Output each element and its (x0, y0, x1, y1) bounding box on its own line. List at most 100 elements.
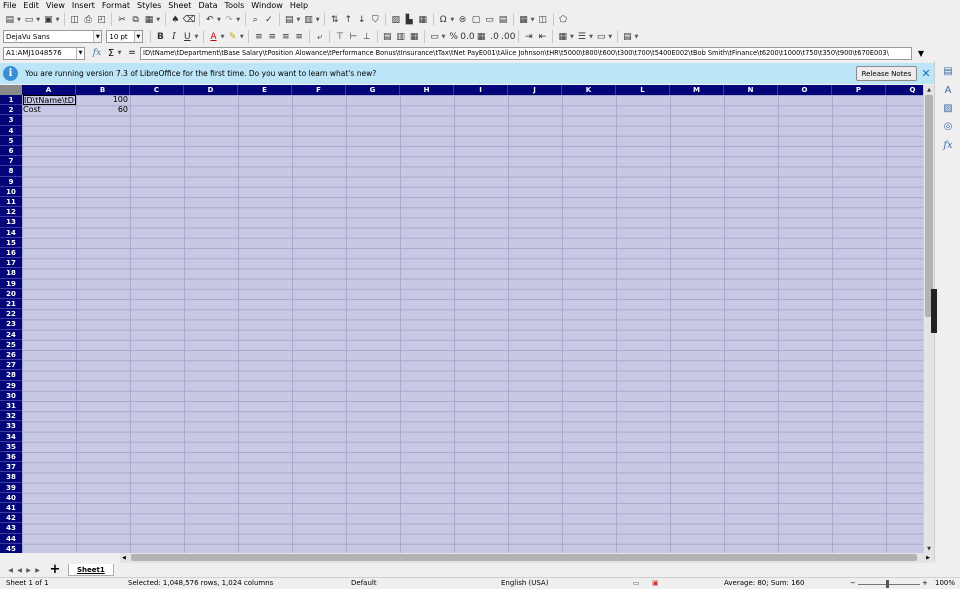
formula-icon[interactable]: = (127, 48, 137, 58)
bold-icon[interactable]: B (155, 30, 166, 43)
column-dropdown[interactable]: ▼ (315, 13, 320, 26)
sum-icon[interactable]: Σ (105, 48, 117, 59)
undo-dropdown[interactable]: ▼ (217, 13, 222, 26)
chevron-down-icon[interactable]: ▼ (76, 47, 84, 59)
percent-format-icon[interactable]: % (448, 30, 459, 43)
chart-icon[interactable]: ▙ (404, 13, 416, 26)
row-icon[interactable]: ▤ (284, 13, 296, 26)
menu-file[interactable]: File (3, 1, 16, 10)
merge-center-icon[interactable]: ▤ (381, 30, 392, 43)
navigator-icon[interactable]: ◎ (942, 121, 954, 133)
align-bottom-icon[interactable]: ⊥ (361, 30, 372, 43)
merge-cells-icon[interactable]: ▥ (395, 30, 406, 43)
conditional-format-icon[interactable]: ▤ (622, 30, 633, 43)
expand-formula-icon[interactable]: ▼ (916, 49, 926, 58)
next-sheet-icon[interactable]: ▶ (24, 567, 33, 574)
print-preview-icon[interactable]: ◰ (96, 13, 108, 26)
image-icon[interactable]: ▨ (390, 13, 402, 26)
special-character-dropdown[interactable]: ▼ (450, 13, 455, 26)
font-size-box[interactable]: 10 pt ▼ (106, 30, 143, 43)
prev-sheet-icon[interactable]: ◀ (15, 567, 24, 574)
menu-sheet[interactable]: Sheet (168, 1, 191, 10)
menu-window[interactable]: Window (251, 1, 283, 10)
cell-b2[interactable]: 60 (77, 105, 130, 115)
sort-descending-icon[interactable]: ↓ (356, 13, 368, 26)
autofilter-icon[interactable]: ⛉ (370, 13, 382, 26)
save-icon[interactable]: ▣ (43, 13, 55, 26)
properties-icon[interactable]: ▤ (942, 66, 954, 78)
paste-icon[interactable]: ▦ (143, 13, 155, 26)
horizontal-scrollbar[interactable]: ◀ ▶ (120, 553, 934, 563)
sum-status[interactable]: Average: 80; Sum: 160 (724, 579, 804, 587)
sort-ascending-icon[interactable]: ↑ (343, 13, 355, 26)
define-print-area-icon[interactable]: ▤ (497, 13, 509, 26)
zoom-slider-handle[interactable] (886, 580, 889, 588)
scroll-right-icon[interactable]: ▶ (926, 553, 930, 563)
highlight-color-dropdown[interactable]: ▼ (239, 30, 244, 43)
cell-b1[interactable]: 100 (77, 95, 130, 105)
functions-icon[interactable]: fx (942, 140, 954, 152)
zoom-slider[interactable] (858, 584, 920, 585)
special-character-icon[interactable]: Ω (437, 13, 449, 26)
new-dropdown[interactable]: ▼ (17, 13, 22, 26)
sheet-tab[interactable]: Sheet1 (68, 564, 114, 576)
border-color-dropdown[interactable]: ▼ (608, 30, 613, 43)
menu-format[interactable]: Format (102, 1, 130, 10)
font-color-dropdown[interactable]: ▼ (220, 30, 225, 43)
justify-icon[interactable]: ≡ (293, 30, 304, 43)
align-center-icon[interactable]: ≡ (267, 30, 278, 43)
menu-view[interactable]: View (46, 1, 65, 10)
last-sheet-icon[interactable]: ▶ (33, 567, 42, 574)
save-dropdown[interactable]: ▼ (55, 13, 60, 26)
zoom-level[interactable]: 100% (935, 579, 955, 587)
comment-icon[interactable]: ▢ (470, 13, 482, 26)
find-replace-icon[interactable]: ⌕ (250, 13, 262, 26)
gallery-icon[interactable]: ▨ (942, 103, 954, 115)
align-left-icon[interactable]: ≡ (253, 30, 264, 43)
underline-dropdown[interactable]: ▼ (194, 30, 199, 43)
show-draw-functions-icon[interactable]: ⬠ (557, 13, 569, 26)
decrease-indent-icon[interactable]: ⇤ (537, 30, 548, 43)
zoom-in-icon[interactable]: + (922, 579, 928, 587)
wrap-text-icon[interactable]: ⤶ (314, 30, 325, 43)
border-style-dropdown[interactable]: ▼ (589, 30, 594, 43)
menu-styles[interactable]: Styles (137, 1, 161, 10)
currency-format-icon[interactable]: ▭ (429, 30, 440, 43)
redo-dropdown[interactable]: ▼ (236, 13, 241, 26)
cut-icon[interactable]: ✂ (116, 13, 128, 26)
open-dropdown[interactable]: ▼ (36, 13, 41, 26)
sidebar-collapse-handle[interactable] (931, 289, 937, 333)
borders-dropdown[interactable]: ▼ (569, 30, 574, 43)
paste-dropdown[interactable]: ▼ (156, 13, 161, 26)
name-box[interactable]: A1:AMJ1048576 ▼ (3, 46, 85, 60)
add-sheet-icon[interactable]: + (48, 563, 62, 576)
clear-formatting-icon[interactable]: ⌫ (183, 13, 196, 26)
align-top-icon[interactable]: ⊤ (334, 30, 345, 43)
border-color-icon[interactable]: ▭ (595, 30, 606, 43)
spelling-icon[interactable]: ✓ (263, 13, 275, 26)
zoom-out-icon[interactable]: − (850, 579, 856, 587)
menu-insert[interactable]: Insert (72, 1, 95, 10)
add-decimal-icon[interactable]: .0 (489, 30, 500, 43)
copy-icon[interactable]: ⧉ (130, 13, 142, 26)
freeze-rows-columns-icon[interactable]: ▦ (518, 13, 530, 26)
spreadsheet-grid[interactable]: A B C D E F G H I J K L M N O P Q 1 2 3 4 5 6 7 8 9 10 11 12 13 14 15 16… (0, 85, 923, 553)
scroll-left-icon[interactable]: ◀ (122, 553, 126, 563)
increase-indent-icon[interactable]: ⇥ (523, 30, 534, 43)
highlight-color-icon[interactable]: ✎ (227, 30, 238, 43)
release-notes-button[interactable]: Release Notes (856, 66, 917, 81)
sort-icon[interactable]: ⇅ (329, 13, 341, 26)
italic-icon[interactable]: I (168, 30, 179, 43)
center-vertically-icon[interactable]: ⊢ (348, 30, 359, 43)
document-modified-icon[interactable]: ▣ (652, 579, 659, 587)
print-icon[interactable]: ⎙ (82, 13, 94, 26)
column-icon[interactable]: ▥ (303, 13, 315, 26)
function-wizard-icon[interactable]: fx (91, 48, 103, 58)
formula-input[interactable]: ID\tName\tDepartment\tBase Salary\tPosit… (140, 46, 912, 60)
menu-edit[interactable]: Edit (23, 1, 39, 10)
close-icon[interactable]: ✕ (920, 66, 932, 81)
sum-dropdown[interactable]: ▼ (117, 47, 122, 60)
currency-dropdown[interactable]: ▼ (441, 30, 446, 43)
number-format-icon[interactable]: 0.0 (460, 30, 474, 43)
chevron-down-icon[interactable]: ▼ (93, 31, 102, 42)
